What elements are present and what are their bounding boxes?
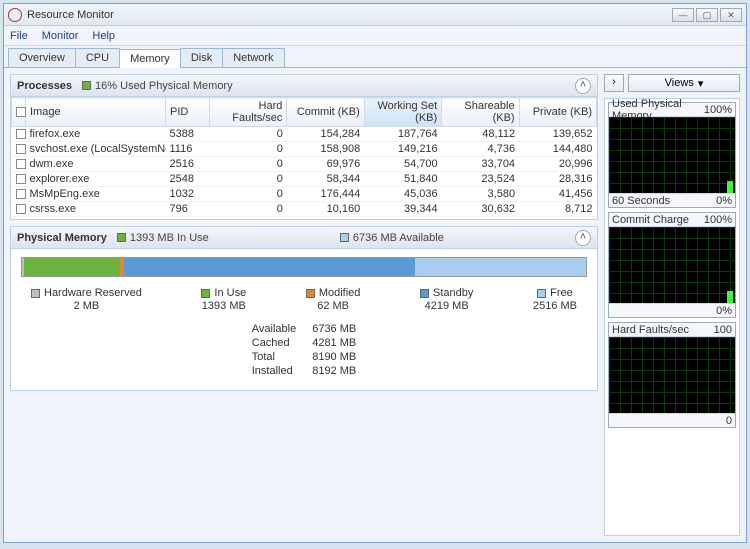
collapse-physical-icon[interactable]: ˄ bbox=[575, 230, 591, 246]
col-shareable[interactable]: Shareable (KB) bbox=[442, 98, 519, 127]
memory-summary: Available6736 MB Cached4281 MB Total8190… bbox=[21, 322, 587, 378]
chart-hard-faults: Hard Faults/sec 100 0 bbox=[608, 322, 736, 428]
legend-free: Free bbox=[550, 287, 573, 299]
col-hardfaults[interactable]: Hard Faults/sec bbox=[210, 98, 287, 127]
chart-commit-charge: Commit Charge 100% 0% bbox=[608, 212, 736, 318]
legend-free-value: 2516 MB bbox=[533, 300, 577, 312]
menu-file[interactable]: File bbox=[10, 30, 28, 42]
collapse-processes-icon[interactable]: ˄ bbox=[575, 78, 591, 94]
tab-disk[interactable]: Disk bbox=[180, 48, 223, 67]
legend-standby: Standby bbox=[433, 287, 473, 299]
inuse-swatch bbox=[117, 233, 126, 242]
chevron-down-icon: ▾ bbox=[698, 77, 704, 90]
chart1-max: 100% bbox=[704, 104, 732, 116]
chart1-right: 0% bbox=[716, 195, 732, 207]
col-commit[interactable]: Commit (KB) bbox=[287, 98, 364, 127]
chart3-right: 0 bbox=[726, 415, 732, 427]
physical-memory-panel: Physical Memory 1393 MB In Use 6736 MB A… bbox=[10, 226, 598, 391]
memory-bar bbox=[21, 257, 587, 277]
titlebar[interactable]: Resource Monitor — ▢ ✕ bbox=[4, 4, 746, 26]
legend-inuse-value: 1393 MB bbox=[202, 300, 246, 312]
col-workingset[interactable]: Working Set (KB) bbox=[364, 98, 441, 127]
membar-free bbox=[415, 258, 586, 276]
col-checkbox[interactable] bbox=[12, 98, 26, 127]
available-swatch bbox=[340, 233, 349, 242]
physical-title: Physical Memory bbox=[17, 232, 107, 244]
tab-cpu[interactable]: CPU bbox=[75, 48, 120, 67]
tab-network[interactable]: Network bbox=[222, 48, 284, 67]
menu-bar: File Monitor Help bbox=[4, 26, 746, 46]
chart3-max: 100 bbox=[714, 324, 732, 336]
legend-modified-value: 62 MB bbox=[317, 300, 349, 312]
table-row[interactable]: dwm.exe2516069,97654,70033,70420,996 bbox=[12, 157, 597, 172]
tab-bar: Overview CPU Memory Disk Network bbox=[4, 46, 746, 68]
row-checkbox[interactable] bbox=[16, 174, 26, 184]
content-area: Processes 16% Used Physical Memory ˄ Ima… bbox=[4, 68, 746, 542]
table-row[interactable]: MsMpEng.exe10320176,44445,0363,58041,456 bbox=[12, 187, 597, 202]
used-memory-swatch bbox=[82, 81, 91, 90]
inuse-label: 1393 MB In Use bbox=[130, 232, 209, 244]
views-button[interactable]: Views▾ bbox=[628, 74, 740, 92]
processes-title: Processes bbox=[17, 80, 72, 92]
legend-standby-value: 4219 MB bbox=[425, 300, 469, 312]
table-row[interactable]: perfmon.exe5468025,88837,99613,84824,148 bbox=[12, 217, 597, 220]
physical-memory-header[interactable]: Physical Memory 1393 MB In Use 6736 MB A… bbox=[11, 227, 597, 249]
resource-monitor-window: Resource Monitor — ▢ ✕ File Monitor Help… bbox=[3, 3, 747, 543]
row-checkbox[interactable] bbox=[16, 129, 26, 139]
used-memory-label: 16% Used Physical Memory bbox=[95, 80, 233, 92]
legend-inuse: In Use bbox=[214, 287, 246, 299]
processes-table: Image PID Hard Faults/sec Commit (KB) Wo… bbox=[11, 97, 597, 219]
tab-memory[interactable]: Memory bbox=[119, 49, 181, 68]
row-checkbox[interactable] bbox=[16, 144, 26, 154]
row-checkbox[interactable] bbox=[16, 204, 26, 214]
table-row[interactable]: firefox.exe53880154,284187,76448,112139,… bbox=[12, 127, 597, 142]
table-row[interactable]: explorer.exe2548058,34451,84023,52428,31… bbox=[12, 172, 597, 187]
table-row[interactable]: csrss.exe796010,16039,34430,6328,712 bbox=[12, 202, 597, 217]
chart-used-physical-memory: Used Physical Memory100% 60 Seconds0% bbox=[608, 102, 736, 208]
chart2-max: 100% bbox=[704, 214, 732, 226]
app-icon bbox=[8, 8, 22, 22]
chart3-title: Hard Faults/sec bbox=[612, 324, 689, 336]
membar-inuse bbox=[24, 258, 120, 276]
legend-hw-reserved-value: 2 MB bbox=[74, 300, 100, 312]
expand-sidebar-icon[interactable]: › bbox=[604, 74, 624, 92]
maximize-button[interactable]: ▢ bbox=[696, 8, 718, 22]
col-image[interactable]: Image bbox=[26, 98, 166, 127]
membar-standby bbox=[124, 258, 414, 276]
close-button[interactable]: ✕ bbox=[720, 8, 742, 22]
table-row[interactable]: svchost.exe (LocalSystemNet...11160158,9… bbox=[12, 142, 597, 157]
row-checkbox[interactable] bbox=[16, 189, 26, 199]
menu-monitor[interactable]: Monitor bbox=[42, 30, 79, 42]
window-title: Resource Monitor bbox=[27, 9, 672, 21]
minimize-button[interactable]: — bbox=[672, 8, 694, 22]
chart2-right: 0% bbox=[716, 305, 732, 317]
legend-hw-reserved: Hardware Reserved bbox=[44, 287, 142, 299]
legend-modified: Modified bbox=[319, 287, 361, 299]
available-label: 6736 MB Available bbox=[353, 232, 444, 244]
tab-overview[interactable]: Overview bbox=[8, 48, 76, 67]
col-private[interactable]: Private (KB) bbox=[519, 98, 596, 127]
col-pid[interactable]: PID bbox=[166, 98, 210, 127]
row-checkbox[interactable] bbox=[16, 159, 26, 169]
processes-header[interactable]: Processes 16% Used Physical Memory ˄ bbox=[11, 75, 597, 97]
menu-help[interactable]: Help bbox=[92, 30, 115, 42]
chart2-title: Commit Charge bbox=[612, 214, 689, 226]
chart1-left: 60 Seconds bbox=[612, 195, 670, 207]
processes-panel: Processes 16% Used Physical Memory ˄ Ima… bbox=[10, 74, 598, 220]
